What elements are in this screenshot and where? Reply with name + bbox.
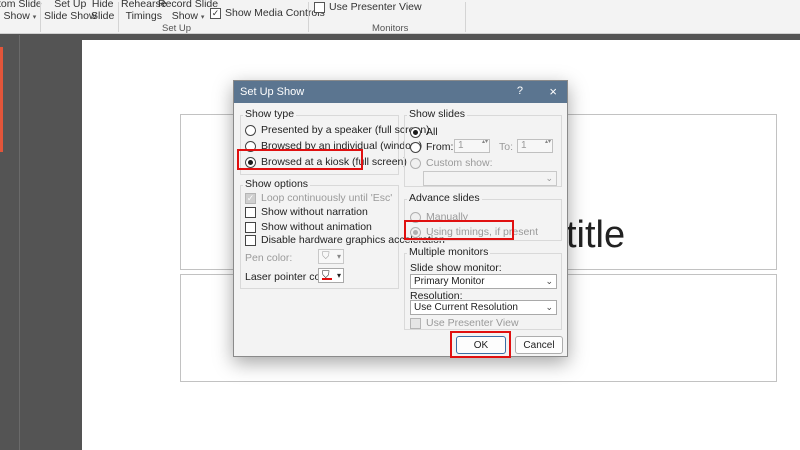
set-up-slide-show-button[interactable]: Set Up Slide Show xyxy=(44,0,97,22)
chevron-down-icon: ⌄ xyxy=(545,173,553,183)
slide-show-monitor-label: Slide show monitor: xyxy=(410,262,502,274)
use-presenter-view-checkbox[interactable]: Use Presenter View xyxy=(314,1,422,13)
radio-label: Browsed by an individual (window) xyxy=(261,140,423,152)
dialog-title: Set Up Show xyxy=(240,86,305,98)
checkmark-icon: ✓ xyxy=(245,192,256,204)
ribbon: tom Slide Show ▾ Set Up Slide Show Hide … xyxy=(0,0,800,34)
dialog-title-bar: Set Up Show ? × xyxy=(234,81,567,103)
custom-slide-show-button[interactable]: tom Slide Show ▾ xyxy=(0,0,42,24)
radio-manually[interactable]: Manually xyxy=(410,211,468,223)
checkbox-icon xyxy=(245,221,256,233)
slide-show-monitor-dropdown[interactable]: Primary Monitor ⌄ xyxy=(410,274,557,289)
title-placeholder-text: title xyxy=(566,214,626,256)
cancel-button[interactable]: Cancel xyxy=(515,336,563,354)
show-type-label: Show type xyxy=(243,108,297,120)
radio-label: Browsed at a kiosk (full screen) xyxy=(261,156,407,168)
checkbox-label: Loop continuously until 'Esc' xyxy=(261,192,393,204)
set-up-label-2: Slide Show xyxy=(44,10,97,22)
ribbon-separator xyxy=(40,2,41,32)
radio-selected-icon xyxy=(410,226,421,238)
use-presenter-view-dialog-checkbox[interactable]: Use Presenter View xyxy=(410,317,519,329)
radio-label: Manually xyxy=(426,211,469,223)
show-media-controls-label: Show Media Controls xyxy=(225,7,325,19)
chevron-down-icon: ⌄ xyxy=(545,276,553,286)
radio-label: All xyxy=(426,126,438,138)
radio-selected-icon xyxy=(410,126,421,138)
radio-from-slides[interactable]: From: xyxy=(410,141,453,153)
radio-icon xyxy=(245,124,256,136)
radio-browsed-at-kiosk[interactable]: Browsed at a kiosk (full screen) xyxy=(245,156,407,168)
radio-presented-by-speaker[interactable]: Presented by a speaker (full screen) xyxy=(245,124,430,136)
resolution-value: Use Current Resolution xyxy=(414,302,518,313)
show-slides-label: Show slides xyxy=(407,108,468,120)
pen-color-picker[interactable]: ⛉ ▾ xyxy=(318,249,344,264)
use-presenter-view-label: Use Presenter View xyxy=(329,1,422,13)
set-up-label: Set Up xyxy=(54,0,87,10)
radio-label: From: xyxy=(426,141,454,153)
custom-slide-show-label: tom Slide xyxy=(0,0,42,10)
checkbox-icon xyxy=(245,206,256,218)
checkbox-label: Show without narration xyxy=(261,206,368,218)
hide-label: Hide xyxy=(91,0,114,10)
record-label-2: Show xyxy=(171,10,198,22)
radio-selected-icon xyxy=(245,156,256,168)
pen-color-label: Pen color: xyxy=(245,252,293,264)
to-slide-spinner[interactable]: 1 xyxy=(517,138,553,153)
radio-icon xyxy=(410,211,421,223)
show-options-label: Show options xyxy=(243,178,311,190)
resolution-dropdown[interactable]: Use Current Resolution ⌄ xyxy=(410,300,557,315)
close-icon[interactable]: × xyxy=(549,84,557,99)
ribbon-separator xyxy=(308,2,309,32)
hide-label-2: Slide xyxy=(91,10,115,22)
radio-using-timings[interactable]: Using timings, if present xyxy=(410,226,538,238)
checkmark-icon: ✓ xyxy=(210,7,221,19)
loop-continuously-checkbox[interactable]: ✓ Loop continuously until 'Esc' xyxy=(245,192,392,204)
radio-label: Using timings, if present xyxy=(426,226,539,238)
checkbox-icon xyxy=(245,234,256,246)
radio-label: Custom show: xyxy=(426,157,493,169)
show-without-animation-checkbox[interactable]: Show without animation xyxy=(245,221,372,233)
laser-color-swatch xyxy=(322,278,332,280)
to-label: To: xyxy=(499,141,514,153)
radio-all-slides[interactable]: All xyxy=(410,126,438,138)
radio-icon xyxy=(410,157,421,169)
radio-icon xyxy=(410,141,421,153)
thumbnail-pane[interactable] xyxy=(0,35,19,450)
help-icon[interactable]: ? xyxy=(517,85,523,97)
selected-slide-indicator xyxy=(0,47,3,152)
radio-browsed-by-individual[interactable]: Browsed by an individual (window) xyxy=(245,140,422,152)
checkbox-icon xyxy=(314,1,325,13)
caret-down-icon: ▾ xyxy=(336,252,341,261)
radio-custom-show[interactable]: Custom show: xyxy=(410,157,493,169)
custom-show-dropdown[interactable]: ⌄ xyxy=(423,171,557,186)
group-label-monitors: Monitors xyxy=(372,23,409,34)
laser-pointer-color-picker[interactable]: ⛉ ▾ xyxy=(318,268,344,283)
ribbon-separator xyxy=(118,2,119,32)
custom-slide-show-label-2: Show xyxy=(3,10,30,22)
checkbox-icon xyxy=(410,317,421,329)
slide-show-monitor-value: Primary Monitor xyxy=(414,276,485,287)
caret-down-icon: ▾ xyxy=(200,14,205,21)
chevron-down-icon: ⌄ xyxy=(545,302,553,312)
ok-button[interactable]: OK xyxy=(456,336,506,354)
multiple-monitors-label: Multiple monitors xyxy=(407,246,491,258)
paint-bucket-icon: ⛉ xyxy=(322,251,330,262)
set-up-show-dialog: Set Up Show ? × Show type Presented by a… xyxy=(233,80,568,357)
show-without-narration-checkbox[interactable]: Show without narration xyxy=(245,206,368,218)
advance-slides-label: Advance slides xyxy=(407,192,482,204)
caret-down-icon: ▾ xyxy=(336,271,341,280)
ribbon-separator xyxy=(465,2,466,32)
checkbox-label: Show without animation xyxy=(261,221,372,233)
group-label-setup: Set Up xyxy=(162,23,192,34)
hide-slide-button[interactable]: Hide Slide xyxy=(91,0,114,22)
radio-icon xyxy=(245,140,256,152)
checkbox-label: Use Presenter View xyxy=(426,317,519,329)
caret-down-icon: ▾ xyxy=(32,14,37,21)
from-slide-spinner[interactable]: 1 xyxy=(454,138,490,153)
